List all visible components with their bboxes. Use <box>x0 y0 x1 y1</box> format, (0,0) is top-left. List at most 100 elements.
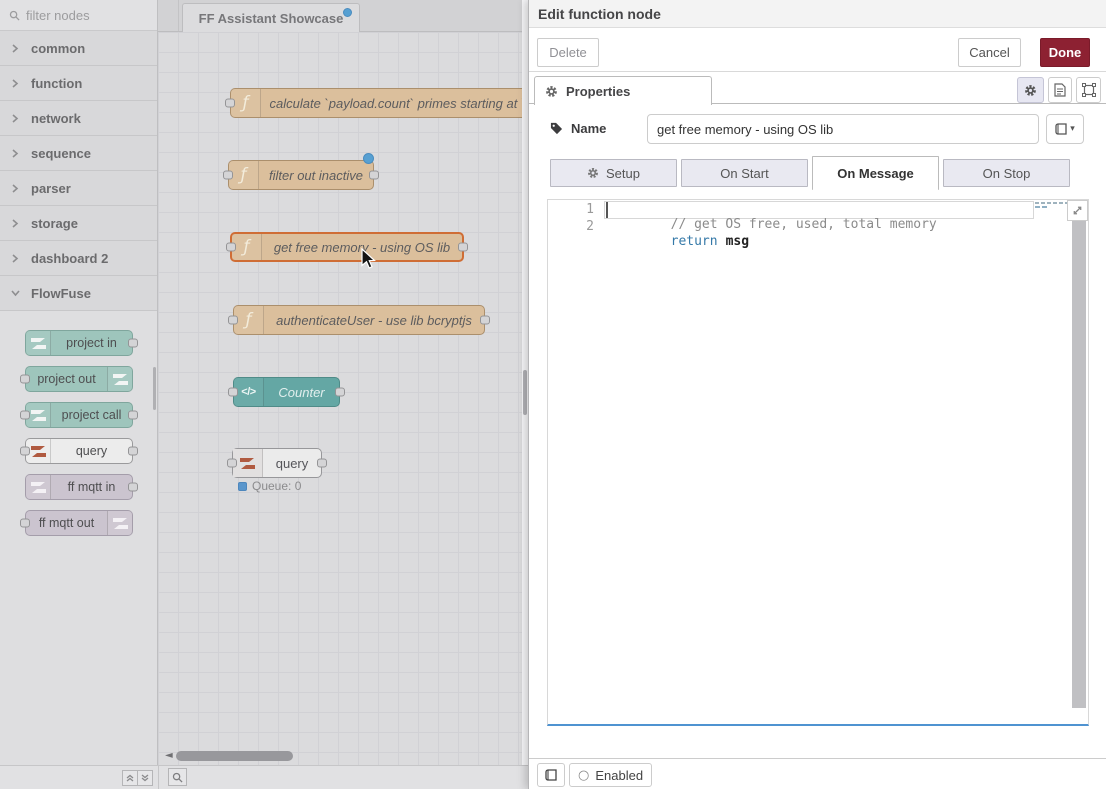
tray-title: Edit function node <box>529 0 1106 28</box>
tab-on-stop[interactable]: On Stop <box>943 159 1070 187</box>
edit-appearance-button[interactable] <box>1076 77 1101 103</box>
palette-category-network[interactable]: network <box>0 101 157 136</box>
input-port[interactable] <box>228 388 238 397</box>
node-query[interactable]: query <box>232 448 322 478</box>
workspace-tabbar: FF Assistant Showcase <box>158 0 522 32</box>
line-number: 2 <box>554 219 594 234</box>
vscroll-thumb[interactable] <box>523 370 527 415</box>
palette-category-parser[interactable]: parser <box>0 171 157 206</box>
palette-category-function[interactable]: function <box>0 66 157 101</box>
input-port[interactable] <box>20 375 30 384</box>
input-port[interactable] <box>226 243 236 252</box>
palette-scrollbar[interactable] <box>153 367 156 410</box>
output-port[interactable] <box>128 483 138 492</box>
palette-node-project-in[interactable]: project in <box>25 330 133 356</box>
palette-node-ff-mqtt-in[interactable]: ff mqtt in <box>25 474 133 500</box>
gear-icon <box>545 85 558 98</box>
output-port[interactable] <box>335 388 345 397</box>
library-button[interactable]: ▾ <box>1046 114 1084 144</box>
palette-node-ff-mqtt-out[interactable]: ff mqtt out <box>25 510 133 536</box>
palette-node-project-call[interactable]: project call <box>25 402 133 428</box>
edit-properties-button[interactable] <box>1017 77 1044 103</box>
chevron-right-icon <box>11 79 20 88</box>
chevron-down-icon <box>11 289 20 297</box>
node-counter[interactable]: </> Counter <box>233 377 340 407</box>
double-chevron-down-icon <box>141 774 149 782</box>
zoom-search-button[interactable] <box>168 768 187 786</box>
code-line-2: returnmsg <box>608 219 749 264</box>
flow-tab[interactable]: FF Assistant Showcase <box>182 3 360 32</box>
scroll-left-icon[interactable]: ◄ <box>165 750 173 761</box>
palette-category-sequence[interactable]: sequence <box>0 136 157 171</box>
chevron-right-icon <box>11 44 20 53</box>
hscroll-thumb[interactable] <box>176 751 293 761</box>
output-port[interactable] <box>128 411 138 420</box>
flow-canvas[interactable]: ƒ calculate `payload.count` primes start… <box>158 32 522 765</box>
palette-node-query[interactable]: query <box>25 438 133 464</box>
edit-description-button[interactable] <box>1048 77 1072 103</box>
chevron-right-icon <box>11 219 20 228</box>
function-icon: ƒ <box>234 306 264 334</box>
tab-on-start[interactable]: On Start <box>681 159 808 187</box>
code-editor[interactable]: 1 2 // get OS free, used, total memory r… <box>547 199 1089 726</box>
input-port[interactable] <box>20 411 30 420</box>
input-port[interactable] <box>20 519 30 528</box>
input-port[interactable] <box>223 171 233 180</box>
flow-changed-dot <box>343 8 352 17</box>
appearance-icon <box>1082 83 1096 97</box>
input-port[interactable] <box>227 459 237 468</box>
input-port[interactable] <box>228 316 238 325</box>
tab-on-message[interactable]: On Message <box>812 156 939 190</box>
done-button[interactable]: Done <box>1040 38 1090 67</box>
palette-expand-all-button[interactable] <box>137 770 153 786</box>
palette-node-project-out[interactable]: project out <box>25 366 133 392</box>
enabled-toggle-button[interactable]: ○ Enabled <box>569 763 652 787</box>
input-port[interactable] <box>225 99 235 108</box>
function-tabs: Setup On Start On Message On Stop <box>550 156 1072 190</box>
node-calculate-primes[interactable]: ƒ calculate `payload.count` primes start… <box>230 88 522 118</box>
tab-setup[interactable]: Setup <box>550 159 677 187</box>
palette-category-storage[interactable]: storage <box>0 206 157 241</box>
node-authenticate-user[interactable]: ƒ authenticateUser - use lib bcryptjs <box>233 305 485 335</box>
editor-scrollbar[interactable] <box>1072 200 1086 708</box>
palette-category-dashboard2[interactable]: dashboard 2 <box>0 241 157 276</box>
query-icon <box>233 449 263 477</box>
document-icon <box>1054 83 1066 97</box>
node-library-button[interactable] <box>537 763 565 787</box>
cancel-button[interactable]: Cancel <box>958 38 1021 67</box>
book-icon <box>1055 123 1067 136</box>
node-get-free-memory[interactable]: ƒ get free memory - using OS lib <box>230 232 464 262</box>
magnifier-icon <box>172 772 183 783</box>
double-chevron-up-icon <box>126 774 134 782</box>
output-port[interactable] <box>317 459 327 468</box>
tray-tabrow: Properties <box>529 72 1106 104</box>
canvas-horizontal-scrollbar[interactable]: ◄ <box>158 748 522 765</box>
palette-search[interactable] <box>0 0 157 31</box>
function-icon: ƒ <box>231 89 261 117</box>
tray-bottom-bar: ○ Enabled <box>529 758 1106 789</box>
book-icon <box>545 769 557 782</box>
name-row: Name ▾ <box>529 114 1106 144</box>
output-port[interactable] <box>128 339 138 348</box>
output-port[interactable] <box>480 316 490 325</box>
output-port[interactable] <box>128 447 138 456</box>
tab-properties[interactable]: Properties <box>534 76 712 105</box>
palette-collapse-all-button[interactable] <box>122 770 138 786</box>
delete-button[interactable]: Delete <box>537 38 599 67</box>
output-port[interactable] <box>458 243 468 252</box>
line-number: 1 <box>554 202 594 217</box>
project-icon <box>26 331 51 355</box>
node-red-editor: common function network sequence parser <box>0 0 1106 789</box>
input-port[interactable] <box>20 447 30 456</box>
editor-expand-button[interactable] <box>1067 200 1088 221</box>
search-icon <box>9 10 20 21</box>
function-icon: ƒ <box>232 234 262 260</box>
output-port[interactable] <box>369 171 379 180</box>
editor-minimap <box>1035 202 1069 214</box>
palette-category-common[interactable]: common <box>0 31 157 66</box>
name-input[interactable] <box>647 114 1039 144</box>
palette-filter-input[interactable] <box>26 8 136 23</box>
toggle-circle-icon: ○ <box>578 768 589 783</box>
node-filter-out-inactive[interactable]: ƒ filter out inactive <box>228 160 374 190</box>
palette-category-flowfuse[interactable]: FlowFuse <box>0 276 157 311</box>
